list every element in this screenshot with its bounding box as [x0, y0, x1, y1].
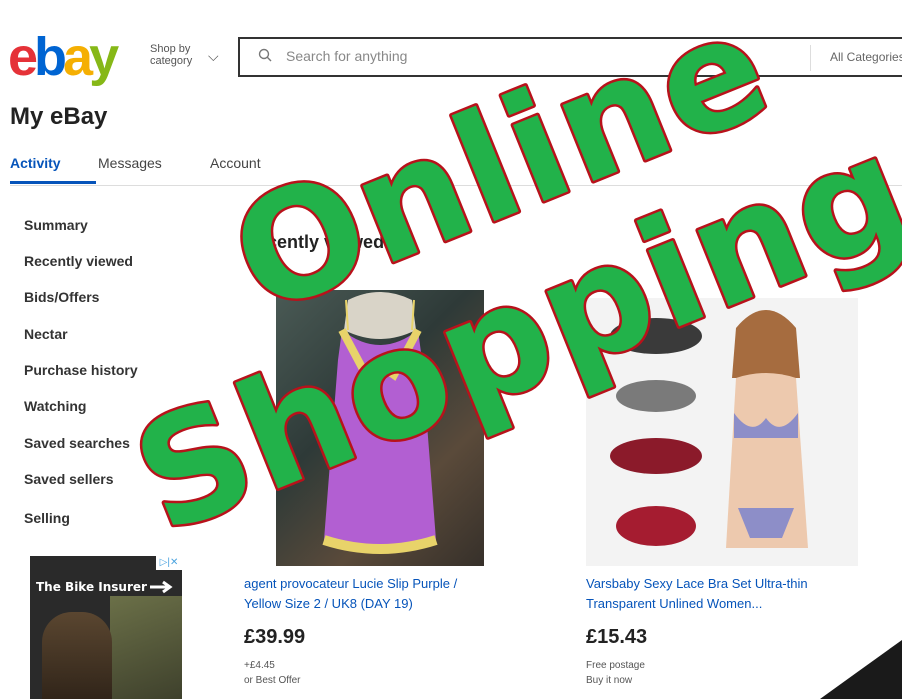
sidebar-item-watching[interactable]: Watching	[24, 398, 86, 414]
lingerie-set-graphic	[610, 310, 808, 548]
item-buying-format: or Best Offer	[244, 675, 301, 686]
item-price: £15.43	[586, 626, 648, 648]
ad-close-button[interactable]: ▷|✕	[156, 556, 182, 570]
logo-letter-b: b	[34, 27, 67, 87]
item-title-line2[interactable]: Yellow Size 2 / UK8 (DAY 19)	[244, 594, 413, 614]
list-item[interactable]: Varsbaby Sexy Lace Bra Set Ultra-thin Tr…	[586, 290, 866, 690]
corner-shadow	[820, 640, 902, 699]
page-title: My eBay	[10, 103, 108, 130]
section-title: Recently viewed	[244, 232, 385, 252]
logo-letter-y: y	[89, 27, 119, 87]
tab-bar: Activity Messages Account	[10, 145, 902, 186]
shop-by-line2: category	[150, 55, 193, 67]
sidebar-item-nectar[interactable]: Nectar	[24, 326, 68, 342]
search-icon	[258, 48, 272, 62]
ad-rider-image	[42, 612, 112, 699]
item-price: £39.99	[244, 626, 306, 648]
item-title-line1[interactable]: Varsbaby Sexy Lace Bra Set Ultra-thin	[586, 574, 808, 594]
sidebar-item-purchase-history[interactable]: Purchase history	[24, 362, 138, 378]
shop-by-category-button[interactable]: Shop by category	[150, 43, 192, 67]
sidebar-item-summary[interactable]: Summary	[24, 217, 88, 233]
ebay-logo[interactable]: ebay	[8, 27, 119, 87]
sidebar-item-recently-viewed[interactable]: Recently viewed	[24, 253, 133, 269]
ad-banner[interactable]: The Bike Insurer ▷|✕	[30, 556, 182, 699]
active-tab-indicator	[10, 181, 96, 184]
search-divider	[810, 45, 811, 71]
logo-letter-e: e	[8, 27, 38, 87]
product-image[interactable]	[276, 290, 484, 566]
slip-dress-graphic	[322, 292, 438, 554]
search-input[interactable]	[284, 47, 708, 65]
sidebar-item-saved-sellers[interactable]: Saved sellers	[24, 471, 114, 487]
ad-headline: The Bike Insurer	[36, 580, 147, 594]
search-bar: All Categories	[238, 37, 902, 77]
tab-messages[interactable]: Messages	[98, 155, 162, 171]
chevron-down-icon[interactable]: ⌵	[200, 500, 209, 515]
list-item[interactable]: agent provocateur Lucie Slip Purple / Ye…	[244, 290, 504, 690]
item-postage: +£4.45	[244, 660, 275, 671]
sidebar-item-selling[interactable]: Selling	[24, 510, 70, 526]
tab-account[interactable]: Account	[210, 155, 261, 171]
item-title-line2[interactable]: Transparent Unlined Women...	[586, 594, 762, 614]
item-buying-format: Buy it now	[586, 675, 633, 686]
shop-by-line1: Shop by	[150, 43, 191, 55]
chevron-down-icon[interactable]: ⌵	[208, 48, 219, 65]
arrow-right-icon	[150, 580, 173, 594]
category-select[interactable]: All Categories	[830, 50, 902, 64]
logo-letter-a: a	[63, 27, 93, 87]
ad-background	[110, 596, 182, 699]
sidebar-item-saved-searches[interactable]: Saved searches	[24, 435, 130, 451]
sidebar-item-bids-offers[interactable]: Bids/Offers	[24, 289, 99, 305]
item-postage: Free postage	[586, 660, 645, 671]
product-image[interactable]	[586, 298, 858, 566]
item-title-line1[interactable]: agent provocateur Lucie Slip Purple /	[244, 574, 457, 594]
tab-activity[interactable]: Activity	[10, 155, 61, 171]
